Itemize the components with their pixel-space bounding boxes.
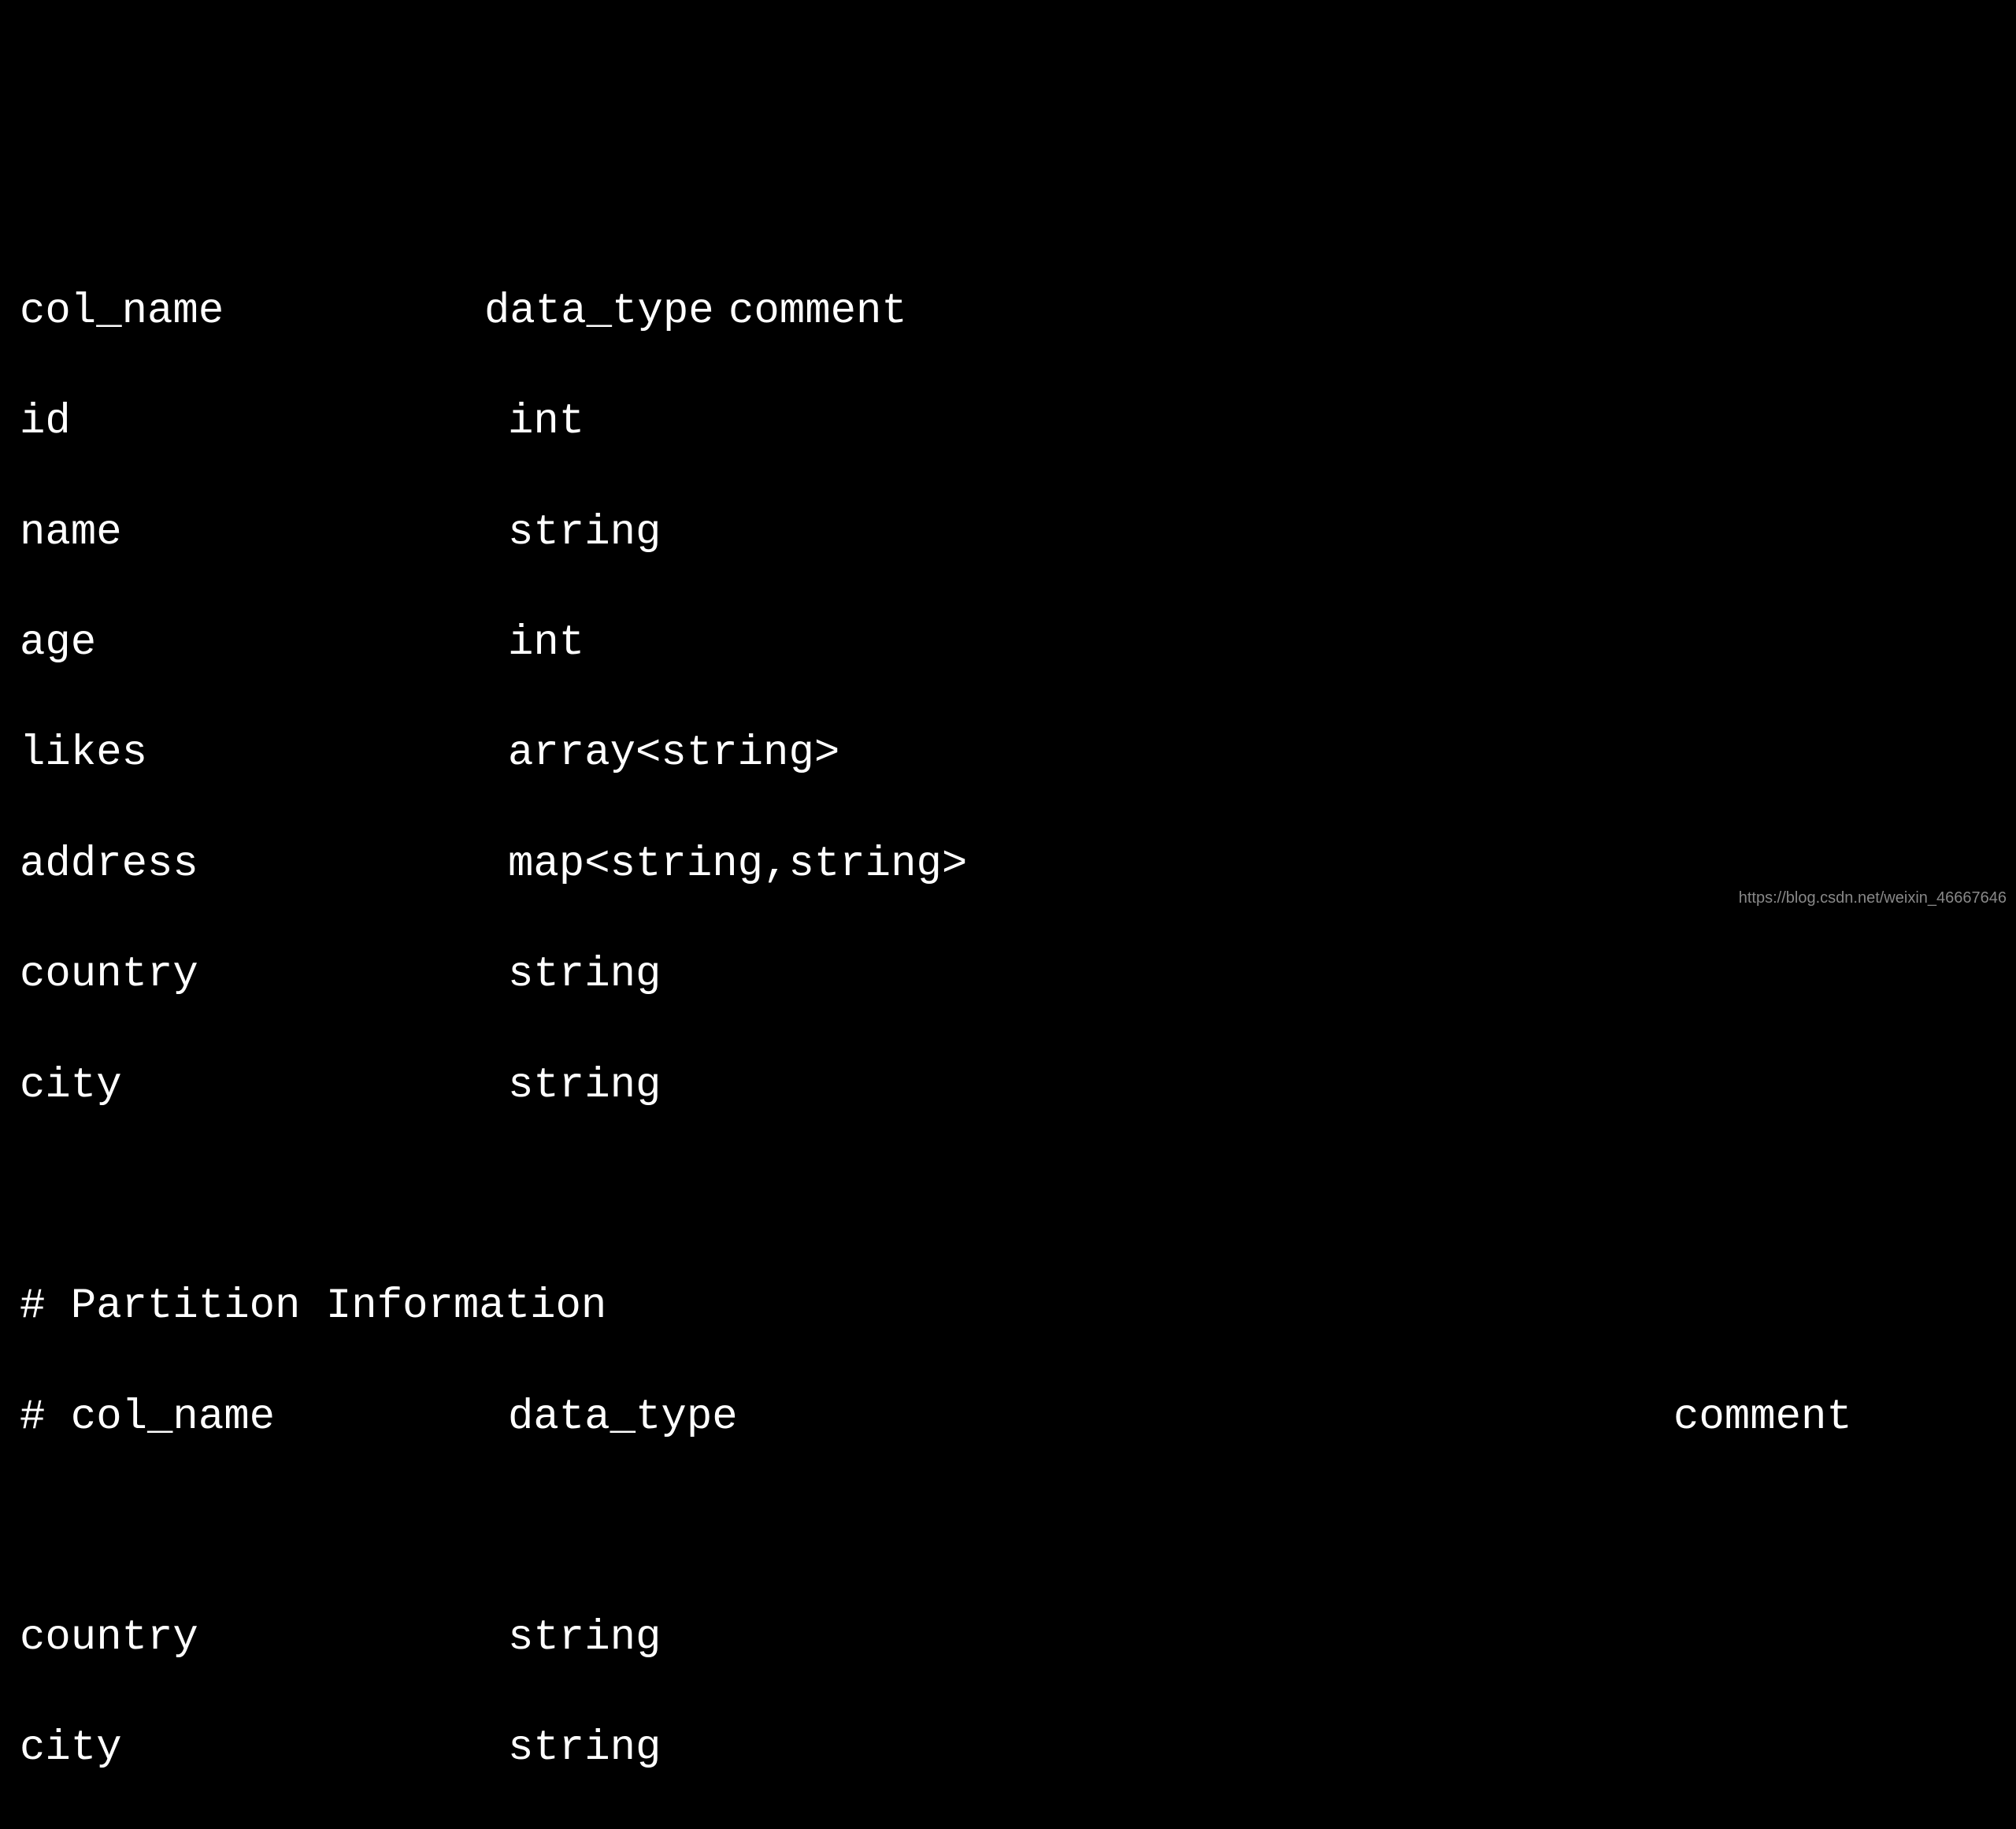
data-type-value: int xyxy=(508,616,584,671)
col-name-value: country xyxy=(20,948,508,1003)
data-type-value: map<string,string> xyxy=(508,837,967,892)
data-type-value: string xyxy=(508,948,661,1003)
table-row: namestring xyxy=(20,506,1996,561)
col-name-value: age xyxy=(20,616,508,671)
data-type-value: array<string> xyxy=(508,726,839,781)
partition-header-row: # col_namedata_typecomment xyxy=(20,1390,1996,1445)
table-row: citystring xyxy=(20,1059,1996,1114)
col-name-value: id xyxy=(20,395,508,450)
col-name-value: address xyxy=(20,837,508,892)
partition-col-name: country xyxy=(20,1611,508,1666)
header-data-type: data_type xyxy=(484,284,728,339)
col-name-value: city xyxy=(20,1059,508,1114)
partition-header-data-type: data_type xyxy=(508,1390,1673,1445)
col-name-value: likes xyxy=(20,726,508,781)
data-type-value: int xyxy=(508,395,584,450)
partition-row: countrystring xyxy=(20,1611,1996,1666)
partition-info-title: # Partition Information xyxy=(20,1279,1996,1334)
partition-data-type: string xyxy=(508,1611,661,1666)
partition-data-type: string xyxy=(508,1721,661,1776)
partition-col-name: city xyxy=(20,1721,508,1776)
table-row: idint xyxy=(20,395,1996,450)
col-name-value: name xyxy=(20,506,508,561)
partition-header-col-name: # col_name xyxy=(20,1390,508,1445)
table-row: addressmap<string,string> xyxy=(20,837,1996,892)
header-col-name: col_name xyxy=(20,284,484,339)
table-header-row: col_namedata_typecomment xyxy=(20,284,1996,339)
partition-row: citystring xyxy=(20,1721,1996,1776)
blank-line xyxy=(20,1169,1996,1224)
terminal-output: col_namedata_typecomment idint namestrin… xyxy=(20,229,1996,1829)
table-row: ageint xyxy=(20,616,1996,671)
table-row: countrystring xyxy=(20,948,1996,1003)
header-comment: comment xyxy=(728,284,907,339)
data-type-value: string xyxy=(508,506,661,561)
table-row: likesarray<string> xyxy=(20,726,1996,781)
partition-header-comment: comment xyxy=(1673,1393,1852,1441)
data-type-value: string xyxy=(508,1059,661,1114)
blank-line xyxy=(20,1501,1996,1556)
watermark-text: https://blog.csdn.net/weixin_46667646 xyxy=(1739,888,2007,908)
